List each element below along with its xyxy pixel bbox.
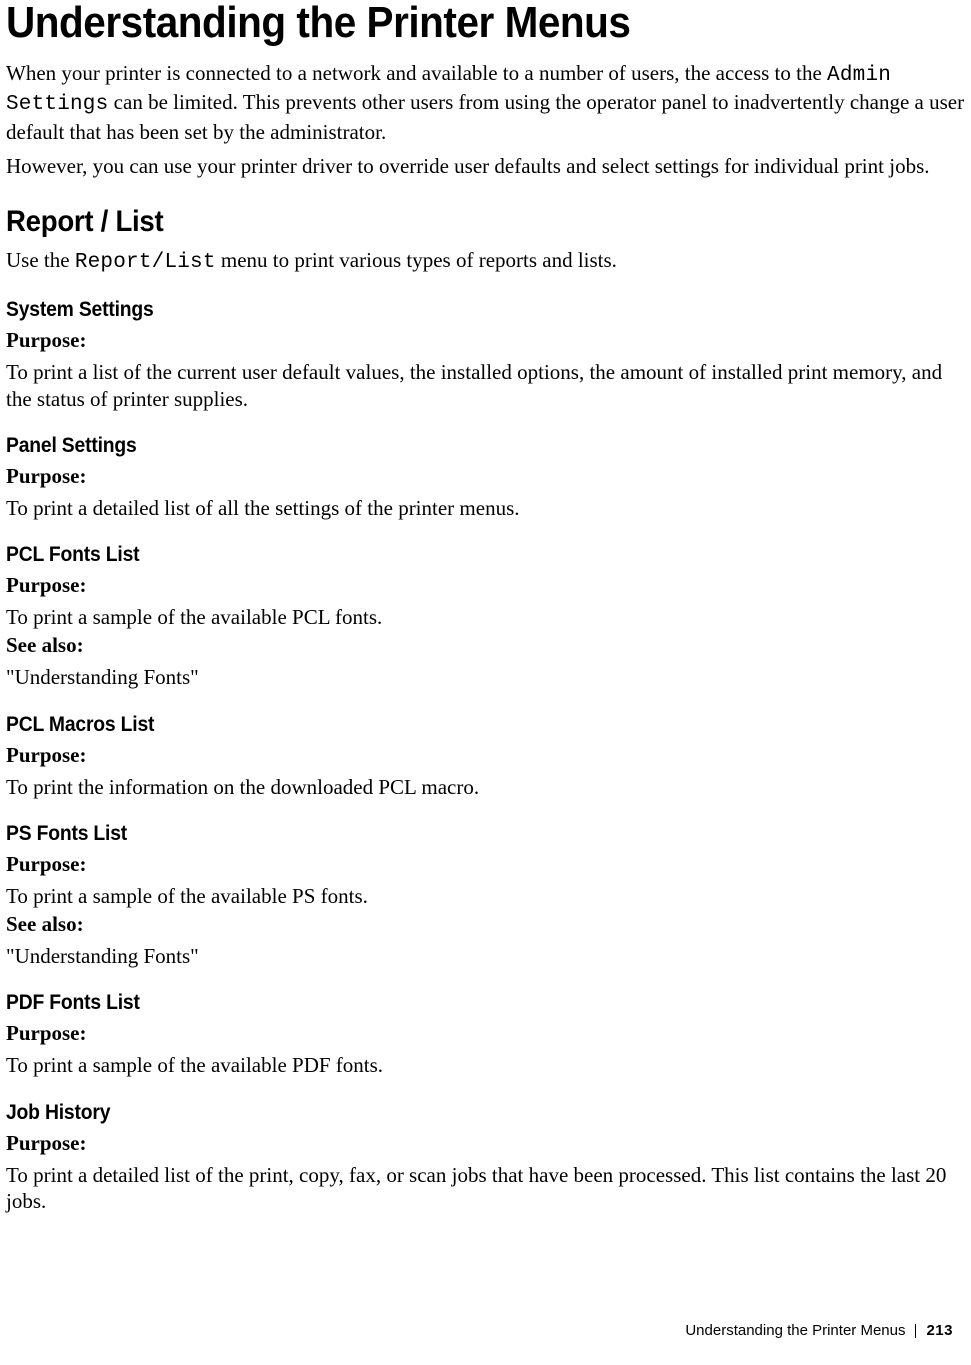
report-list-code: Report/List xyxy=(75,251,216,274)
intro-1-post: can be limited. This prevents other user… xyxy=(6,90,964,143)
pdf-fonts-list-purpose-text: To print a sample of the available PDF f… xyxy=(6,1052,965,1078)
report-list-heading: Report / List xyxy=(6,205,888,239)
pdf-fonts-list-heading: PDF Fonts List xyxy=(6,991,888,1015)
pcl-fonts-list-seealso-text: "Understanding Fonts" xyxy=(6,664,965,690)
pcl-macros-list-purpose-text: To print the information on the download… xyxy=(6,774,965,800)
panel-settings-purpose-text: To print a detailed list of all the sett… xyxy=(6,495,965,521)
page-footer: Understanding the Printer Menus 213 xyxy=(685,1322,953,1339)
report-list-post: menu to print various types of reports a… xyxy=(216,248,617,272)
pcl-fonts-list-heading: PCL Fonts List xyxy=(6,543,888,567)
job-history-heading: Job History xyxy=(6,1101,888,1125)
pcl-fonts-list-purpose-label: Purpose: xyxy=(6,573,965,598)
job-history-purpose-text: To print a detailed list of the print, c… xyxy=(6,1162,965,1215)
report-list-sentence: Use the Report/List menu to print variou… xyxy=(6,247,965,276)
pcl-fonts-list-seealso-label: See also: xyxy=(6,633,965,658)
intro-paragraph-1: When your printer is connected to a netw… xyxy=(6,60,965,145)
system-settings-purpose-label: Purpose: xyxy=(6,328,965,353)
footer-page-number: 213 xyxy=(926,1322,953,1339)
footer-title: Understanding the Printer Menus xyxy=(685,1322,905,1339)
panel-settings-heading: Panel Settings xyxy=(6,434,888,458)
intro-1-pre: When your printer is connected to a netw… xyxy=(6,61,827,85)
pcl-macros-list-heading: PCL Macros List xyxy=(6,713,888,737)
ps-fonts-list-heading: PS Fonts List xyxy=(6,822,888,846)
footer-divider-icon xyxy=(915,1324,916,1338)
system-settings-heading: System Settings xyxy=(6,298,888,322)
pdf-fonts-list-purpose-label: Purpose: xyxy=(6,1021,965,1046)
intro-paragraph-2: However, you can use your printer driver… xyxy=(6,153,965,179)
system-settings-purpose-text: To print a list of the current user defa… xyxy=(6,359,965,412)
pcl-fonts-list-purpose-text: To print a sample of the available PCL f… xyxy=(6,604,965,630)
pcl-macros-list-purpose-label: Purpose: xyxy=(6,743,965,768)
panel-settings-purpose-label: Purpose: xyxy=(6,464,965,489)
job-history-purpose-label: Purpose: xyxy=(6,1131,965,1156)
page-title: Understanding the Printer Menus xyxy=(6,0,888,46)
ps-fonts-list-seealso-text: "Understanding Fonts" xyxy=(6,943,965,969)
ps-fonts-list-purpose-label: Purpose: xyxy=(6,852,965,877)
ps-fonts-list-purpose-text: To print a sample of the available PS fo… xyxy=(6,883,965,909)
report-list-pre: Use the xyxy=(6,248,75,272)
ps-fonts-list-seealso-label: See also: xyxy=(6,912,965,937)
